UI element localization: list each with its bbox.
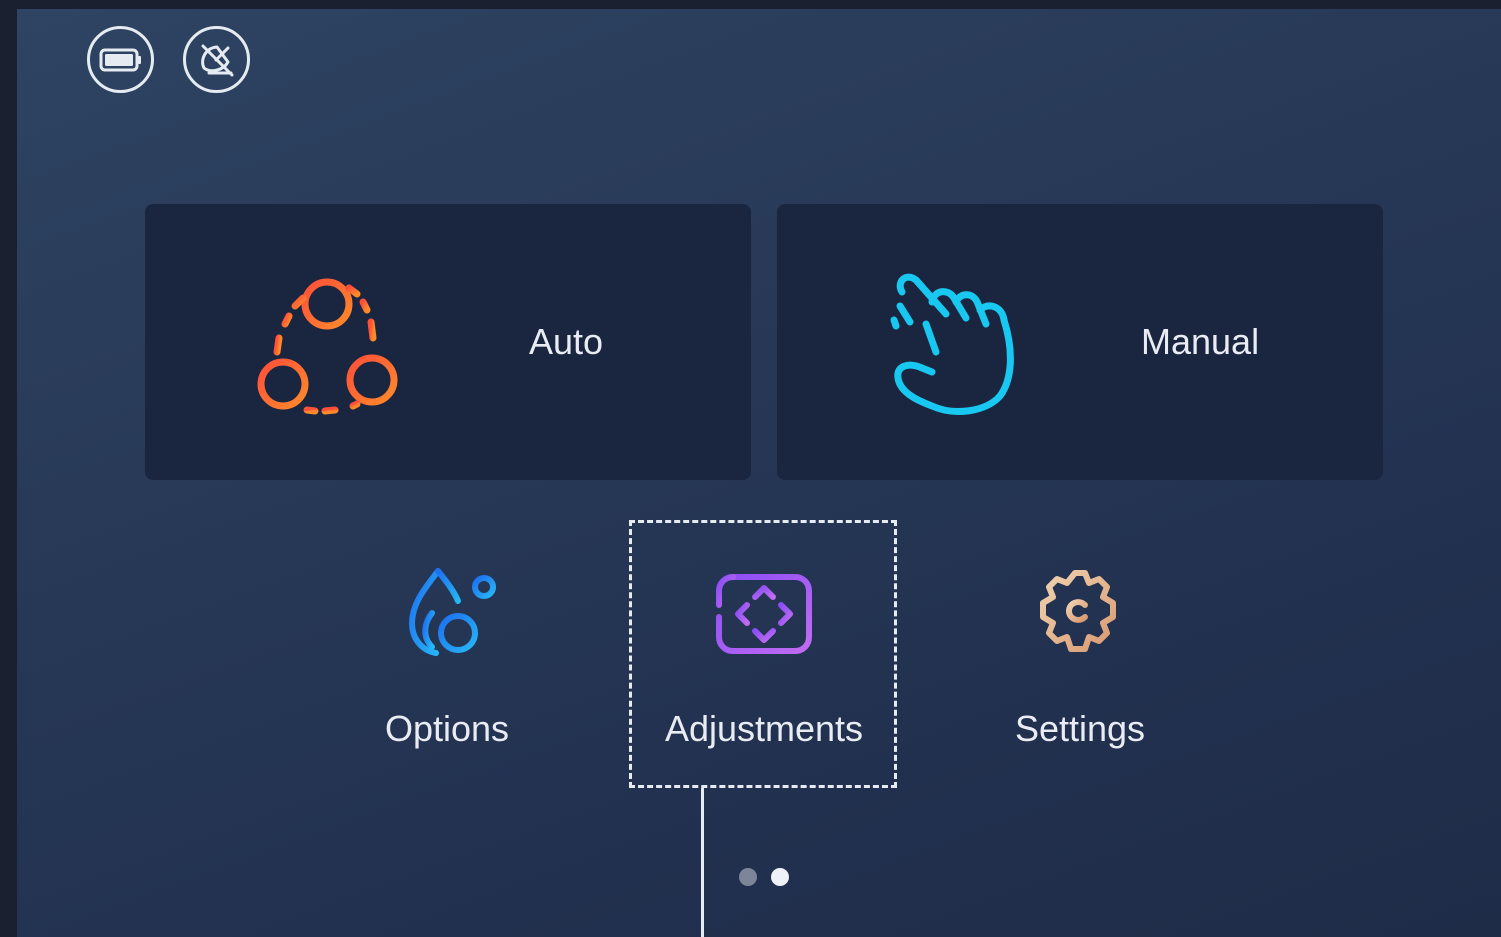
drops-icon bbox=[408, 568, 496, 656]
auto-mode-card[interactable]: Auto bbox=[145, 204, 751, 480]
page-dot-2[interactable] bbox=[771, 868, 789, 886]
auto-label: Auto bbox=[529, 321, 604, 362]
settings-label: Settings bbox=[1014, 708, 1146, 749]
settings-tile[interactable]: Settings bbox=[970, 557, 1190, 751]
options-tile[interactable]: Options bbox=[337, 557, 557, 751]
page-dot-1[interactable] bbox=[739, 868, 757, 886]
hand-tap-icon bbox=[890, 273, 1014, 415]
home-screen: Auto Manual Options Adjustments Settings bbox=[17, 9, 1501, 937]
manual-label: Manual bbox=[1141, 321, 1260, 362]
auto-cycle-icon bbox=[257, 278, 398, 415]
satellite-status[interactable] bbox=[183, 26, 250, 93]
satellite-off-icon bbox=[200, 44, 233, 76]
page-indicator[interactable] bbox=[739, 868, 789, 886]
battery-icon bbox=[99, 48, 141, 71]
manual-mode-card[interactable]: Manual bbox=[777, 204, 1383, 480]
device-frame: Auto Manual Options Adjustments Settings bbox=[0, 0, 1501, 937]
focus-connector-line bbox=[701, 788, 704, 937]
options-label: Options bbox=[384, 708, 510, 749]
focus-indicator bbox=[629, 520, 897, 788]
battery-status[interactable] bbox=[87, 26, 154, 93]
gear-icon bbox=[1040, 570, 1116, 652]
